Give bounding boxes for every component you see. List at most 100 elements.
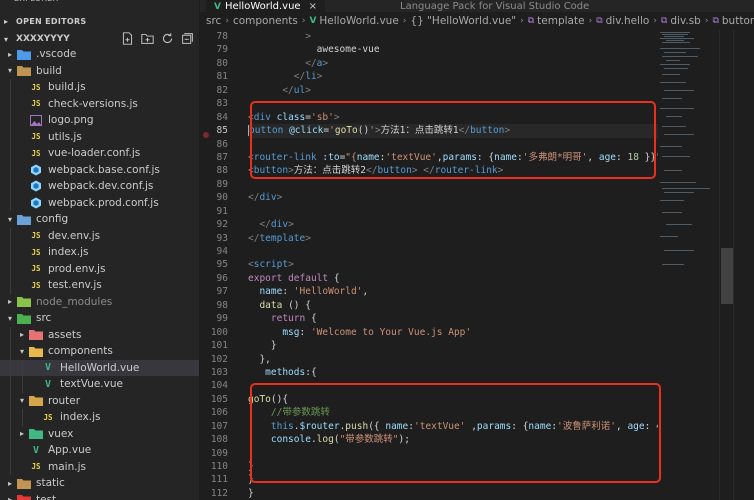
collapse-all-icon[interactable]: [181, 32, 194, 45]
code-line[interactable]: data () {: [248, 299, 658, 312]
breadcrumb-item[interactable]: ⧉ template: [528, 15, 585, 27]
tree-file-webpack-base-conf-js[interactable]: webpack.base.conf.js: [0, 161, 199, 178]
code-line[interactable]: >: [248, 30, 658, 43]
tree-file-main-js[interactable]: JS main.js: [0, 458, 199, 475]
tab-helloworld[interactable]: V HelloWorld.vue ×: [206, 0, 325, 12]
tree-folder-components[interactable]: ▾ components: [0, 343, 199, 360]
tree-file-vue-loader-conf-js[interactable]: JS vue-loader.conf.js: [0, 145, 199, 162]
tree-item-label: assets: [48, 328, 82, 341]
vue-file-icon: V: [44, 362, 52, 374]
tree-folder-vscode[interactable]: ▸ .vscode: [0, 46, 199, 63]
code-line[interactable]: }: [248, 487, 658, 500]
breadcrumb-item[interactable]: ⧉ button: [712, 15, 754, 27]
tree-file-test-env-js[interactable]: JS test.env.js: [0, 277, 199, 294]
code-line[interactable]: </div>: [248, 218, 658, 231]
more-actions-icon[interactable]: ···: [181, 0, 191, 5]
scrollbar-thumb[interactable]: [721, 248, 733, 304]
code-line[interactable]: methods:{: [248, 366, 658, 379]
code-line[interactable]: }: [248, 339, 658, 352]
tree-file-webpack-dev-conf-js[interactable]: webpack.dev.conf.js: [0, 178, 199, 195]
tree-file-dev-env-js[interactable]: JS dev.env.js: [0, 227, 199, 244]
refresh-icon[interactable]: [161, 32, 174, 45]
code-line[interactable]: },: [248, 353, 658, 366]
line-number: 80: [216, 57, 228, 69]
tree-item-label: components: [48, 345, 113, 358]
tree-item-label: build: [36, 64, 62, 77]
code-line[interactable]: </div>: [248, 191, 658, 204]
code-line[interactable]: [248, 205, 658, 218]
tree-file-textvue-vue[interactable]: VtextVue.vue: [0, 376, 199, 393]
breadcrumb-label: template: [537, 15, 585, 27]
tab-bar: V HelloWorld.vue × Language Pack for Vis…: [200, 0, 754, 12]
minimap[interactable]: [656, 30, 718, 500]
minimap-line: [666, 224, 692, 225]
breadcrumb-item[interactable]: V HelloWorld.vue: [309, 15, 398, 27]
node-folder-icon: [16, 296, 32, 308]
breadcrumb-item[interactable]: {} "HelloWorld.vue": [410, 15, 516, 27]
code-line[interactable]: return {: [248, 312, 658, 325]
tree-item-label: logo.png: [48, 114, 94, 127]
code-line[interactable]: </ul>: [248, 84, 658, 97]
tree-file-helloworld-vue[interactable]: V HelloWorld.vue: [0, 359, 199, 376]
js-file-icon: JS: [31, 132, 41, 142]
breadcrumb-item[interactable]: src: [206, 15, 221, 27]
tree-folder-build[interactable]: ▾ build: [0, 63, 199, 80]
code-line[interactable]: <script>: [248, 258, 658, 271]
tree-item-label: textVue.vue: [60, 378, 123, 391]
breadcrumb-label: div.hello: [605, 15, 650, 27]
indent-guide: [10, 277, 11, 294]
code-line[interactable]: name: 'HelloWorld',: [248, 285, 658, 298]
code-line[interactable]: </template>: [248, 232, 658, 245]
code-line[interactable]: </li>: [248, 70, 658, 83]
code-line[interactable]: awesome-vue: [248, 43, 658, 56]
minimap-line: [662, 74, 680, 75]
tree-item-label: test: [36, 493, 57, 500]
code-line[interactable]: </a>: [248, 57, 658, 70]
element-icon: ⧉: [712, 16, 719, 26]
breadcrumb-label: components: [232, 15, 298, 27]
tree-file-utils-js[interactable]: JS utils.js: [0, 128, 199, 145]
tree-folder-test[interactable]: ▸ test: [0, 492, 199, 500]
chevron-right-icon: ▸: [4, 16, 9, 26]
js-file-icon: JS: [31, 231, 41, 241]
breadcrumb-item[interactable]: ⧉ div.sb: [661, 15, 701, 27]
code-line[interactable]: [248, 245, 658, 258]
vertical-scrollbar[interactable]: [719, 30, 733, 500]
tree-folder-static[interactable]: ▸ static: [0, 475, 199, 492]
tree-file-check-versions-js[interactable]: JS check-versions.js: [0, 95, 199, 112]
chevron-down-icon: ▾: [7, 313, 12, 323]
tree-file-build-js[interactable]: JS build.js: [0, 79, 199, 96]
tree-file-index-js[interactable]: JS index.js: [0, 409, 199, 426]
tree-file-app-vue[interactable]: V App.vue: [0, 442, 199, 459]
new-file-icon[interactable]: [121, 32, 134, 45]
tree-folder-router[interactable]: ▾ router: [0, 392, 199, 409]
new-folder-icon[interactable]: [141, 32, 154, 45]
js-file-icon: JS: [31, 462, 41, 472]
tree-folder-src[interactable]: ▾ src: [0, 310, 199, 327]
tree-folder-vuex[interactable]: ▸ vuex: [0, 425, 199, 442]
src-folder-icon: [16, 312, 32, 324]
indent-guide: [10, 178, 11, 195]
breadcrumb-item[interactable]: ⧉ div.hello: [596, 15, 649, 27]
router-folder-icon: [28, 395, 44, 407]
tab-language-pack[interactable]: Language Pack for Visual Studio Code: [400, 0, 589, 12]
breadcrumb-item[interactable]: components: [233, 15, 298, 27]
line-number: 104: [210, 380, 228, 392]
breadcrumb: src › components › V HelloWorld.vue ›{} "Hello…: [200, 12, 754, 30]
code-line[interactable]: [248, 178, 658, 191]
tree-file-index-js[interactable]: JS index.js: [0, 244, 199, 261]
tree-folder-config[interactable]: ▾ config: [0, 211, 199, 228]
tab-close-icon[interactable]: ×: [309, 1, 317, 12]
tree-file-logo-png[interactable]: logo.png: [0, 112, 199, 129]
minimap-line: [660, 32, 690, 33]
code-line[interactable]: msg: 'Welcome to Your Vue.js App': [248, 326, 658, 339]
code-line[interactable]: export default {: [248, 272, 658, 285]
assets-folder-icon: [28, 329, 44, 341]
breakpoint-marker-icon[interactable]: [203, 132, 209, 138]
open-editors-section[interactable]: ▸ OPEN EDITORS: [0, 11, 199, 31]
tree-folder-node-modules[interactable]: ▸ node_modules: [0, 294, 199, 311]
tree-file-webpack-prod-conf-js[interactable]: webpack.prod.conf.js: [0, 194, 199, 211]
tree-file-prod-env-js[interactable]: JS prod.env.js: [0, 260, 199, 277]
tree-folder-assets[interactable]: ▸ assets: [0, 326, 199, 343]
highlight-box-template: [250, 101, 656, 179]
